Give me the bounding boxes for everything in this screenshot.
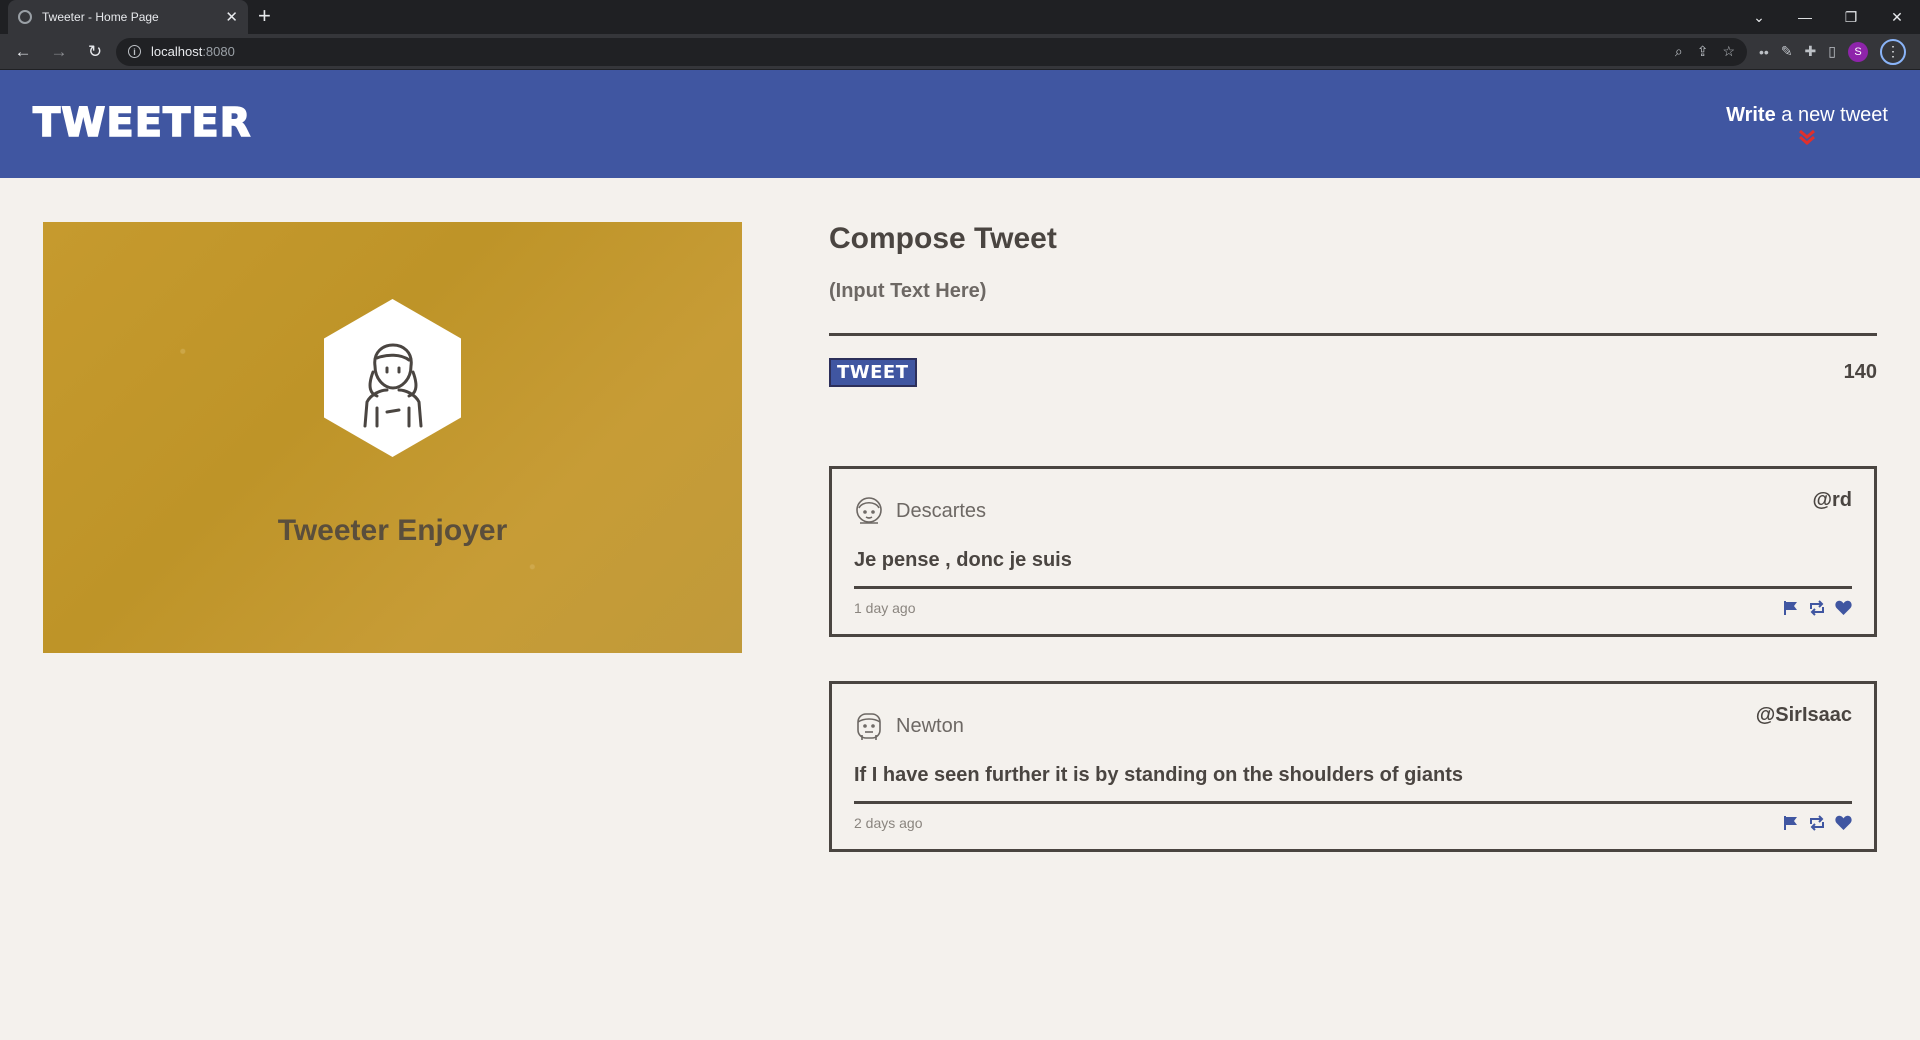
tweet-card: Descartes @rd Je pense , donc je suis 1 … [829, 466, 1877, 637]
compose-section: Compose Tweet TWEET 140 [829, 222, 1877, 387]
retweet-icon[interactable] [1808, 814, 1826, 832]
tab-search-icon[interactable]: ⌄ [1736, 0, 1782, 34]
globe-icon [18, 10, 32, 24]
url-host: localhost [151, 44, 203, 59]
extensions-puzzle-icon[interactable]: ✚ [1805, 43, 1817, 60]
tweet-header: Newton @SirIsaac [854, 704, 1852, 744]
tweeter-logo[interactable]: TWEETER [32, 99, 251, 147]
tweet-author-name: Newton [896, 714, 964, 737]
profile-name: Tweeter Enjoyer [277, 514, 508, 547]
user-avatar-icon [363, 343, 422, 428]
extension-dots-icon[interactable]: •• [1759, 44, 1769, 60]
tab-title: Tweeter - Home Page [42, 10, 159, 24]
browser-tab[interactable]: Tweeter - Home Page ✕ [8, 0, 248, 34]
restore-button[interactable]: ❐ [1828, 0, 1874, 34]
tweet-content: Je pense , donc je suis [854, 549, 1852, 589]
tweet-timestamp: 1 day ago [854, 600, 916, 616]
retweet-icon[interactable] [1808, 599, 1826, 617]
tweet-author-handle: @rd [1812, 489, 1852, 511]
browser-toolbar: ← → ↻ i localhost:8080 ⌕ ⇪ ☆ •• ✎ ✚ ▯ S … [0, 34, 1920, 70]
zoom-icon[interactable]: ⌕ [1675, 43, 1683, 60]
omnibox-icons: ⌕ ⇪ ☆ [1675, 43, 1735, 60]
app-header: TWEETER Write a new tweet [0, 70, 1920, 178]
tweet-footer: 1 day ago [854, 599, 1852, 617]
avatar-icon [854, 495, 884, 527]
tweet-user: Newton [854, 708, 964, 744]
tweet-content: If I have seen further it is by standing… [854, 764, 1852, 804]
tweet-text-input[interactable] [829, 278, 1877, 336]
tweet-timestamp: 2 days ago [854, 815, 923, 831]
tweet-header: Descartes @rd [854, 489, 1852, 529]
back-button[interactable]: ← [8, 37, 38, 67]
address-bar[interactable]: i localhost:8080 ⌕ ⇪ ☆ [116, 37, 1747, 66]
tab-close-icon[interactable]: ✕ [225, 8, 238, 26]
side-panel-icon[interactable]: ▯ [1828, 43, 1836, 60]
tweet-actions [1782, 599, 1852, 617]
write-link-text: Write a new tweet [1726, 104, 1888, 127]
compose-actions: TWEET 140 [829, 358, 1877, 387]
tweet-user: Descartes [854, 493, 986, 529]
tweet-author-handle: @SirIsaac [1755, 704, 1852, 726]
url-port: :8080 [202, 44, 235, 59]
minimize-button[interactable]: — [1782, 0, 1828, 34]
character-counter: 140 [1843, 361, 1877, 383]
extensions-area: •• ✎ ✚ ▯ S ⋮ [1753, 38, 1912, 65]
write-new-tweet-link[interactable]: Write a new tweet [1726, 104, 1888, 147]
tweet-author-name: Descartes [896, 499, 987, 522]
write-bold-label: Write [1726, 104, 1776, 126]
flag-icon[interactable] [1782, 599, 1800, 617]
browser-tab-strip: Tweeter - Home Page ✕ + ⌄ — ❐ ✕ [0, 0, 1920, 34]
heart-icon[interactable] [1834, 599, 1852, 617]
write-rest-label: a new tweet [1775, 104, 1888, 126]
url-text: localhost:8080 [151, 44, 1665, 59]
profile-card: Tweeter Enjoyer [43, 222, 742, 653]
compose-title: Compose Tweet [829, 222, 1057, 255]
site-info-icon[interactable]: i [128, 45, 141, 58]
reload-button[interactable]: ↻ [80, 37, 110, 67]
avatar-hexagon [324, 299, 461, 457]
tweet-footer: 2 days ago [854, 814, 1852, 832]
bookmark-star-icon[interactable]: ☆ [1722, 43, 1735, 60]
close-window-button[interactable]: ✕ [1874, 0, 1920, 34]
flag-icon[interactable] [1782, 814, 1800, 832]
new-tab-button[interactable]: + [258, 5, 271, 27]
extension-pen-icon[interactable]: ✎ [1781, 43, 1793, 60]
avatar-icon [854, 710, 884, 742]
tweet-submit-button[interactable]: TWEET [829, 358, 917, 387]
window-controls: ⌄ — ❐ ✕ [1736, 0, 1920, 34]
heart-icon[interactable] [1834, 814, 1852, 832]
tweet-card: Newton @SirIsaac If I have seen further … [829, 681, 1877, 852]
tweet-actions [1782, 814, 1852, 832]
profile-avatar[interactable]: S [1848, 41, 1868, 62]
forward-button[interactable]: → [44, 37, 74, 67]
browser-menu-icon[interactable]: ⋮ [1880, 38, 1906, 65]
share-icon[interactable]: ⇪ [1697, 43, 1709, 60]
double-chevron-down-icon [1726, 129, 1888, 147]
